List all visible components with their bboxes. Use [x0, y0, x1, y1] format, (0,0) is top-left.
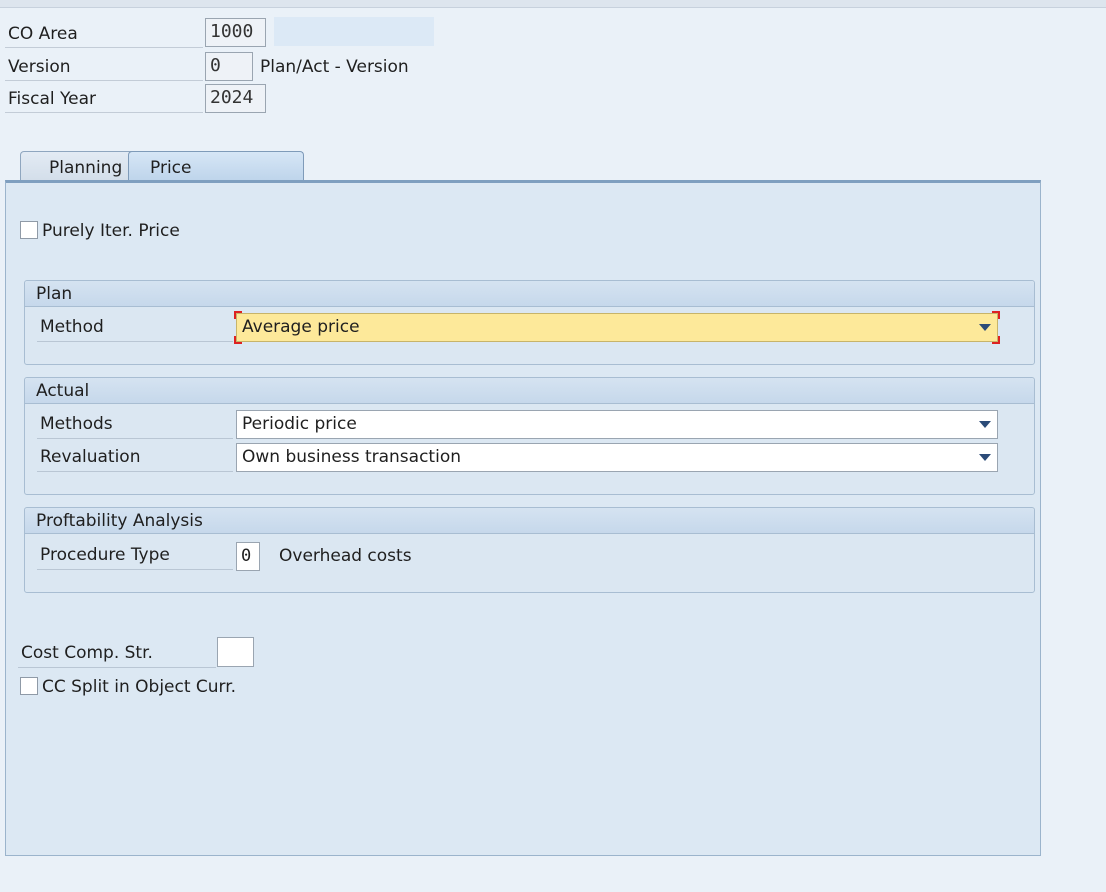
- purely-iter-price-checkbox[interactable]: [20, 221, 38, 239]
- co-area-description: [274, 17, 434, 46]
- tab-price-calculation[interactable]: Price calculation: [128, 151, 304, 210]
- top-toolbar-strip: [0, 0, 1106, 8]
- revaluation-value: Own business transaction: [242, 447, 461, 467]
- version-label: Version: [5, 54, 203, 81]
- focus-corner-icon: [992, 311, 1000, 319]
- actual-methods-label: Methods: [37, 410, 233, 439]
- fiscal-year-field[interactable]: 2024: [205, 84, 266, 113]
- co-area-label: CO Area: [5, 21, 203, 48]
- actual-methods-value: Periodic price: [242, 414, 357, 434]
- co-area-field[interactable]: 1000: [205, 18, 266, 47]
- fiscal-year-label: Fiscal Year: [5, 86, 203, 113]
- plan-group: Plan Method Average price: [24, 280, 1035, 365]
- version-description: Plan/Act - Version: [260, 57, 409, 77]
- revaluation-dropdown[interactable]: Own business transaction: [236, 443, 998, 472]
- plan-group-title: Plan: [25, 281, 1034, 307]
- procedure-type-description: Overhead costs: [279, 546, 412, 566]
- focus-corner-icon: [234, 311, 242, 319]
- focus-corner-icon: [992, 336, 1000, 344]
- procedure-type-field[interactable]: 0: [236, 542, 260, 571]
- actual-methods-dropdown[interactable]: Periodic price: [236, 410, 998, 439]
- procedure-type-label: Procedure Type: [37, 541, 233, 570]
- plan-method-label: Method: [37, 313, 233, 342]
- cost-comp-str-field[interactable]: [217, 637, 254, 667]
- profitability-analysis-group: Proftability Analysis Procedure Type 0 O…: [24, 507, 1035, 593]
- actual-group: Actual Methods Periodic price Revaluatio…: [24, 377, 1035, 495]
- cc-split-checkbox[interactable]: [20, 677, 38, 695]
- profitability-analysis-title: Proftability Analysis: [25, 508, 1034, 534]
- plan-method-dropdown[interactable]: Average price: [234, 311, 1000, 344]
- chevron-down-icon[interactable]: [979, 421, 991, 428]
- focus-corner-icon: [234, 336, 242, 344]
- chevron-down-icon[interactable]: [979, 324, 991, 331]
- purely-iter-price-label: Purely Iter. Price: [42, 221, 180, 241]
- cost-comp-str-label: Cost Comp. Str.: [18, 639, 216, 668]
- cc-split-label: CC Split in Object Curr.: [42, 677, 237, 697]
- actual-group-title: Actual: [25, 378, 1034, 404]
- chevron-down-icon[interactable]: [979, 454, 991, 461]
- version-field[interactable]: 0: [205, 52, 253, 81]
- revaluation-label: Revaluation: [37, 443, 233, 472]
- price-calculation-panel: Purely Iter. Price Plan Method Average p…: [5, 180, 1041, 856]
- plan-method-value: Average price: [242, 317, 360, 337]
- tab-planning-label: Planning: [49, 158, 123, 178]
